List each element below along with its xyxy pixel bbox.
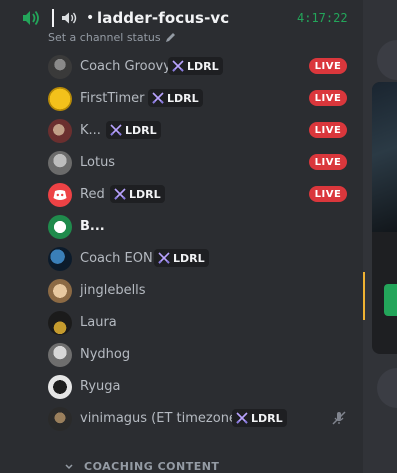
embed-card[interactable] xyxy=(372,82,397,354)
member-name: Coach EON xyxy=(80,251,153,266)
server-tag-label: LDRL xyxy=(129,187,161,201)
voice-member[interactable]: FirstTimer LDRL LIVE xyxy=(40,83,363,115)
member-name: Ryuga xyxy=(80,379,121,394)
server-tag-label: LDRL xyxy=(173,251,205,265)
server-tag[interactable]: LDRL xyxy=(168,57,223,75)
embed-image xyxy=(372,82,397,232)
avatar xyxy=(48,407,72,431)
live-badge[interactable]: LIVE xyxy=(309,154,347,170)
member-name: jinglebells xyxy=(80,283,146,298)
chevron-down-icon xyxy=(65,464,73,470)
avatar[interactable] xyxy=(377,40,397,80)
channel-name[interactable]: ladder-focus-vc xyxy=(97,9,229,27)
live-badge[interactable]: LIVE xyxy=(309,58,347,74)
member-name: FirstTimer xyxy=(80,91,145,106)
crossed-swords-icon xyxy=(172,60,184,72)
live-badge[interactable]: LIVE xyxy=(309,122,347,138)
avatar xyxy=(48,279,72,303)
live-badge[interactable]: LIVE xyxy=(309,90,347,106)
voice-member[interactable]: Ryuga xyxy=(40,371,363,403)
server-tag[interactable]: LDRL xyxy=(110,185,165,203)
server-tag[interactable]: LDRL xyxy=(232,409,287,427)
avatar xyxy=(48,55,72,79)
member-name: B... xyxy=(80,219,105,234)
set-channel-status[interactable]: Set a channel status xyxy=(48,31,176,44)
avatar xyxy=(48,87,72,111)
text-cursor-bar xyxy=(52,9,54,27)
avatar xyxy=(48,343,72,367)
crossed-swords-icon xyxy=(110,124,122,136)
voice-member[interactable]: K... LDRL LIVE xyxy=(40,115,363,147)
member-name: Nydhog xyxy=(80,347,131,362)
highlight-line xyxy=(363,272,365,320)
channel-status-label: Set a channel status xyxy=(48,31,161,44)
member-name: K... xyxy=(80,123,101,138)
crossed-swords-icon xyxy=(152,92,164,104)
voice-connected-icon xyxy=(23,10,39,26)
avatar xyxy=(48,119,72,143)
member-name: Lotus xyxy=(80,155,116,170)
member-name: vinimagus (ET timezone) xyxy=(80,411,242,426)
speaker-icon xyxy=(62,12,77,24)
member-name: Coach Groovy xyxy=(80,59,171,74)
voice-member[interactable]: Lotus LIVE xyxy=(40,147,363,179)
member-name: Laura xyxy=(80,315,117,330)
avatar[interactable] xyxy=(377,368,397,408)
crossed-swords-icon xyxy=(236,412,248,424)
voice-member[interactable]: Nydhog xyxy=(40,339,363,371)
voice-member[interactable]: Red LDRL LIVE xyxy=(40,179,363,211)
avatar xyxy=(48,247,72,271)
chat-panel-edge xyxy=(363,0,397,473)
avatar xyxy=(48,215,72,239)
avatar xyxy=(48,151,72,175)
live-badge[interactable]: LIVE xyxy=(309,186,347,202)
pencil-icon xyxy=(165,33,175,42)
embed-button[interactable] xyxy=(384,284,397,316)
voice-member[interactable]: Coach EON LDRL xyxy=(40,243,363,275)
voice-member[interactable]: jinglebells xyxy=(40,275,363,307)
channel-bullet: • xyxy=(86,10,95,26)
voice-member[interactable]: Coach Groovy LDRL LIVE xyxy=(40,51,363,83)
server-tag[interactable]: LDRL xyxy=(154,249,209,267)
mic-muted-icon xyxy=(330,409,348,427)
channel-sidebar: • ladder-focus-vc 4:17:22 Set a channel … xyxy=(0,0,363,473)
crossed-swords-icon xyxy=(158,252,170,264)
server-tag[interactable]: LDRL xyxy=(106,121,161,139)
server-tag-label: LDRL xyxy=(167,91,199,105)
server-tag-label: LDRL xyxy=(187,59,219,73)
member-name: Red xyxy=(80,187,105,202)
avatar xyxy=(48,311,72,335)
server-tag[interactable]: LDRL xyxy=(148,89,203,107)
category-label: COACHING CONTENT xyxy=(84,460,220,473)
server-tag-label: LDRL xyxy=(125,123,157,137)
avatar xyxy=(48,183,72,207)
crossed-swords-icon xyxy=(114,188,126,200)
voice-member[interactable]: Laura xyxy=(40,307,363,339)
call-timer: 4:17:22 xyxy=(297,11,348,25)
server-tag-label: LDRL xyxy=(251,411,283,425)
avatar xyxy=(48,375,72,399)
category-row[interactable]: COACHING CONTENT xyxy=(40,460,340,473)
voice-member[interactable]: vinimagus (ET timezone) LDRL xyxy=(40,403,363,435)
discord-logo-icon xyxy=(53,190,67,200)
voice-member[interactable]: B... xyxy=(40,211,363,243)
